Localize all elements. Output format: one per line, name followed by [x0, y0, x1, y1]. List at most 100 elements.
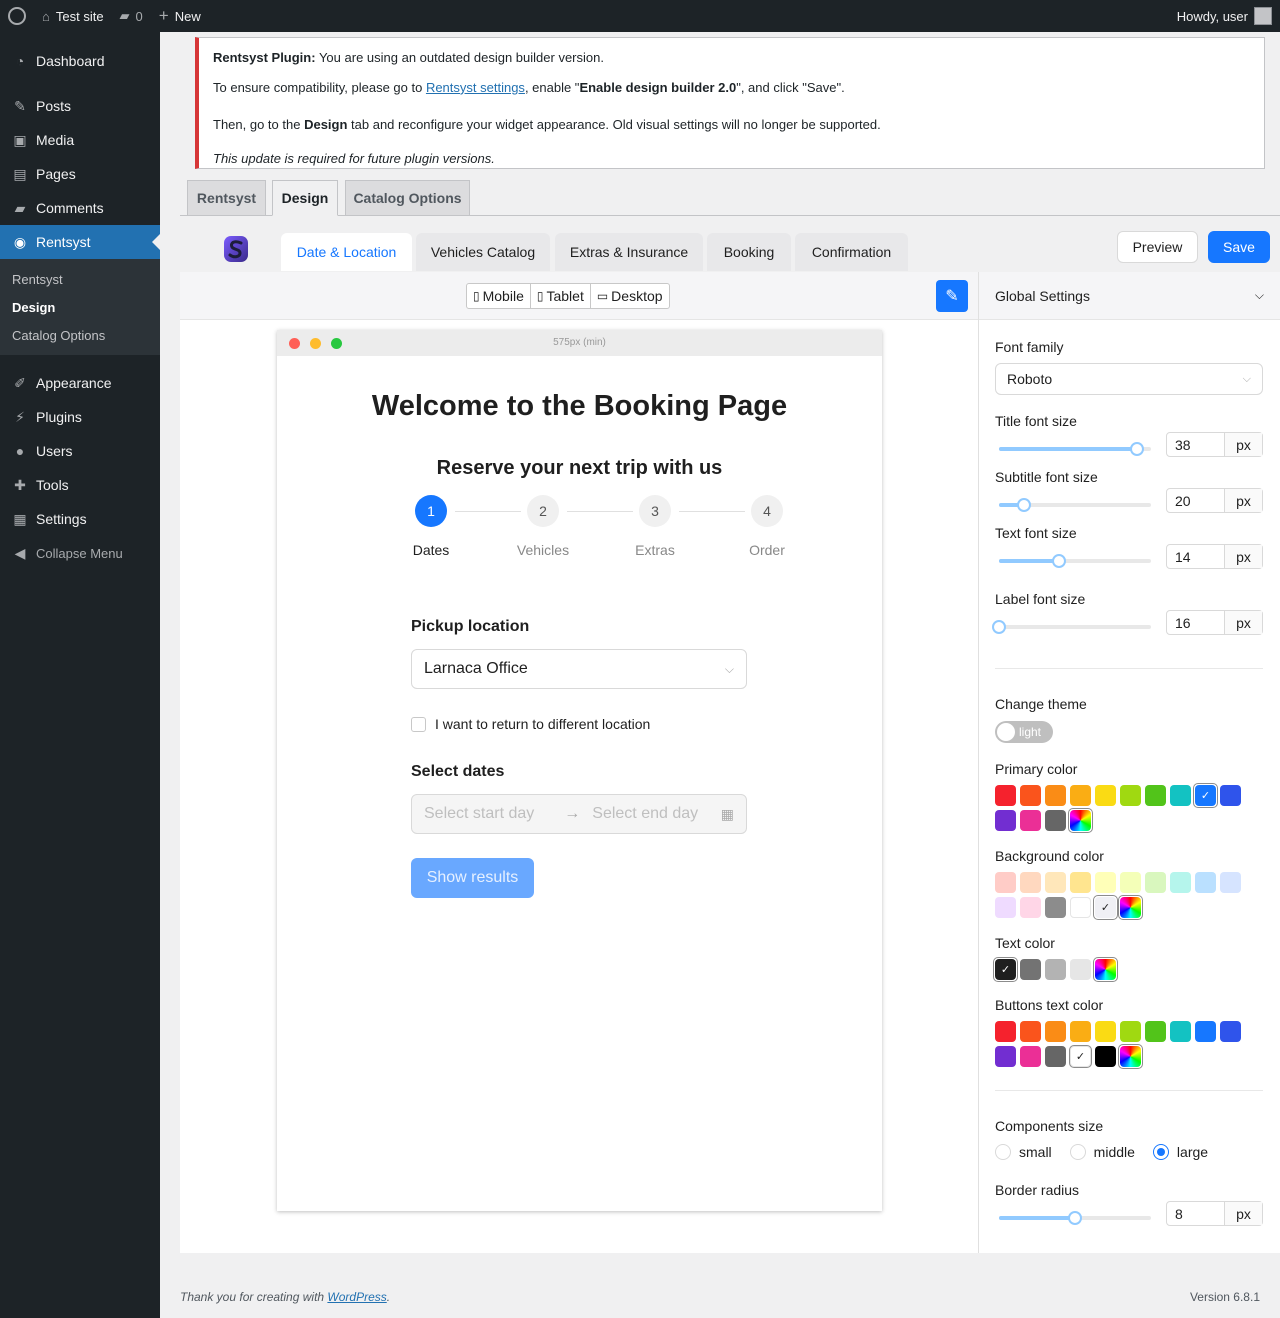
color-swatch-selected[interactable]: ✓: [1193, 783, 1218, 808]
rentsyst-settings-link[interactable]: Rentsyst settings: [426, 80, 525, 95]
submenu-catalog-options[interactable]: Catalog Options: [0, 321, 160, 349]
color-swatch-selected[interactable]: ✓: [993, 957, 1018, 982]
menu-users[interactable]: ● Users: [0, 434, 160, 468]
color-swatch[interactable]: [1095, 872, 1116, 893]
slider-handle[interactable]: [992, 620, 1006, 634]
color-swatch[interactable]: [1220, 785, 1241, 806]
color-swatch[interactable]: [1170, 1021, 1191, 1042]
menu-media[interactable]: ▣ Media: [0, 123, 160, 157]
color-swatch[interactable]: [1070, 785, 1091, 806]
color-swatch[interactable]: [995, 1046, 1016, 1067]
color-swatch[interactable]: [1145, 785, 1166, 806]
menu-dashboard[interactable]: ◔ Dashboard: [0, 44, 160, 78]
color-swatch-selected[interactable]: ✓: [1093, 895, 1118, 920]
color-swatch[interactable]: [1045, 959, 1066, 980]
color-swatch[interactable]: [1070, 959, 1091, 980]
color-swatch[interactable]: [1070, 897, 1091, 918]
avatar[interactable]: [1254, 7, 1272, 25]
end-date-input[interactable]: Select end day: [592, 805, 698, 823]
step-tab-confirmation[interactable]: Confirmation: [795, 233, 908, 271]
edit-pencil-button[interactable]: ✎: [936, 280, 968, 312]
pickup-location-select[interactable]: Larnaca Office ⌵: [411, 649, 747, 689]
color-swatch[interactable]: [1170, 872, 1191, 893]
custom-color-picker[interactable]: [1068, 808, 1093, 833]
color-swatch[interactable]: [1220, 872, 1241, 893]
menu-plugins[interactable]: ⚡ Plugins: [0, 400, 160, 434]
date-range-picker[interactable]: Select start day → Select end day ▦: [411, 794, 747, 834]
tab-design[interactable]: Design: [272, 180, 338, 216]
color-swatch-selected[interactable]: ✓: [1069, 1045, 1092, 1068]
tab-rentsyst[interactable]: Rentsyst: [187, 180, 266, 216]
color-swatch[interactable]: [995, 897, 1016, 918]
theme-toggle[interactable]: light: [995, 721, 1053, 743]
font-family-select[interactable]: Roboto ⌵: [995, 363, 1263, 395]
subtitle-font-size-slider[interactable]: [999, 498, 1151, 512]
step-tab-booking[interactable]: Booking: [707, 233, 791, 271]
collapse-menu-button[interactable]: ◀ Collapse Menu: [0, 536, 160, 570]
color-swatch[interactable]: [1070, 1021, 1091, 1042]
step-tab-extras-insurance[interactable]: Extras & Insurance: [555, 233, 703, 271]
preview-button[interactable]: Preview: [1117, 231, 1198, 263]
color-swatch[interactable]: [1045, 1046, 1066, 1067]
text-font-size-input[interactable]: 14 px: [1166, 544, 1263, 569]
color-swatch[interactable]: [1045, 785, 1066, 806]
menu-rentsyst[interactable]: ◉ Rentsyst: [0, 225, 160, 259]
slider-handle[interactable]: [1068, 1211, 1082, 1225]
howdy-user-link[interactable]: Howdy, user: [1177, 9, 1248, 24]
submenu-rentsyst[interactable]: Rentsyst: [0, 265, 160, 293]
wordpress-link[interactable]: WordPress: [327, 1290, 386, 1304]
text-font-size-slider[interactable]: [999, 554, 1151, 568]
color-swatch[interactable]: [1120, 785, 1141, 806]
menu-comments[interactable]: ▰ Comments: [0, 191, 160, 225]
label-font-size-slider[interactable]: [992, 620, 1151, 634]
device-mobile-button[interactable]: ▯ Mobile: [467, 284, 531, 308]
color-swatch[interactable]: [1220, 1021, 1241, 1042]
size-small-radio[interactable]: small: [995, 1144, 1052, 1160]
save-button[interactable]: Save: [1208, 231, 1270, 263]
slider-handle[interactable]: [1130, 442, 1144, 456]
color-swatch[interactable]: [1095, 1021, 1116, 1042]
color-swatch[interactable]: [1170, 785, 1191, 806]
color-swatch[interactable]: [1045, 872, 1066, 893]
color-swatch[interactable]: [1020, 959, 1041, 980]
color-swatch[interactable]: [1195, 872, 1216, 893]
comments-link[interactable]: ▰ 0: [112, 0, 151, 32]
menu-appearance[interactable]: ✐ Appearance: [0, 366, 160, 400]
tab-catalog-options[interactable]: Catalog Options: [345, 180, 470, 216]
color-swatch[interactable]: [1045, 810, 1066, 831]
submenu-design[interactable]: Design: [0, 293, 160, 321]
menu-tools[interactable]: ✚ Tools: [0, 468, 160, 502]
color-swatch[interactable]: [995, 1021, 1016, 1042]
global-settings-header[interactable]: Global Settings ⌵: [979, 272, 1280, 320]
color-swatch[interactable]: [1045, 1021, 1066, 1042]
border-radius-input[interactable]: 8 px: [1166, 1201, 1263, 1226]
menu-pages[interactable]: ▤ Pages: [0, 157, 160, 191]
color-swatch[interactable]: [1095, 785, 1116, 806]
step-tab-vehicles-catalog[interactable]: Vehicles Catalog: [416, 233, 550, 271]
device-desktop-button[interactable]: ▭ Desktop: [591, 284, 669, 308]
color-swatch[interactable]: [1095, 1046, 1116, 1067]
new-content-link[interactable]: + New: [151, 0, 209, 32]
size-large-radio[interactable]: large: [1152, 1144, 1208, 1160]
wordpress-logo-icon[interactable]: [0, 0, 34, 32]
size-middle-radio[interactable]: middle: [1069, 1144, 1135, 1160]
site-name-link[interactable]: ⌂ Test site: [34, 0, 112, 32]
device-tablet-button[interactable]: ▯ Tablet: [531, 284, 591, 308]
label-font-size-input[interactable]: 16 px: [1166, 610, 1263, 635]
custom-color-picker[interactable]: [1118, 895, 1143, 920]
custom-color-picker[interactable]: [1118, 1044, 1143, 1069]
color-swatch[interactable]: [1045, 897, 1066, 918]
color-swatch[interactable]: [1020, 897, 1041, 918]
slider-handle[interactable]: [1052, 554, 1066, 568]
color-swatch[interactable]: [1020, 872, 1041, 893]
color-swatch[interactable]: [995, 810, 1016, 831]
checkbox-box[interactable]: [411, 716, 426, 732]
return-different-location-checkbox[interactable]: I want to return to different location: [411, 716, 650, 732]
border-radius-slider[interactable]: [999, 1211, 1151, 1225]
menu-posts[interactable]: ✎ Posts: [0, 89, 160, 123]
step-tab-date-location[interactable]: Date & Location: [281, 233, 412, 271]
color-swatch[interactable]: [1145, 872, 1166, 893]
start-date-input[interactable]: Select start day: [424, 805, 534, 823]
title-font-size-input[interactable]: 38 px: [1166, 432, 1263, 457]
color-swatch[interactable]: [1195, 1021, 1216, 1042]
